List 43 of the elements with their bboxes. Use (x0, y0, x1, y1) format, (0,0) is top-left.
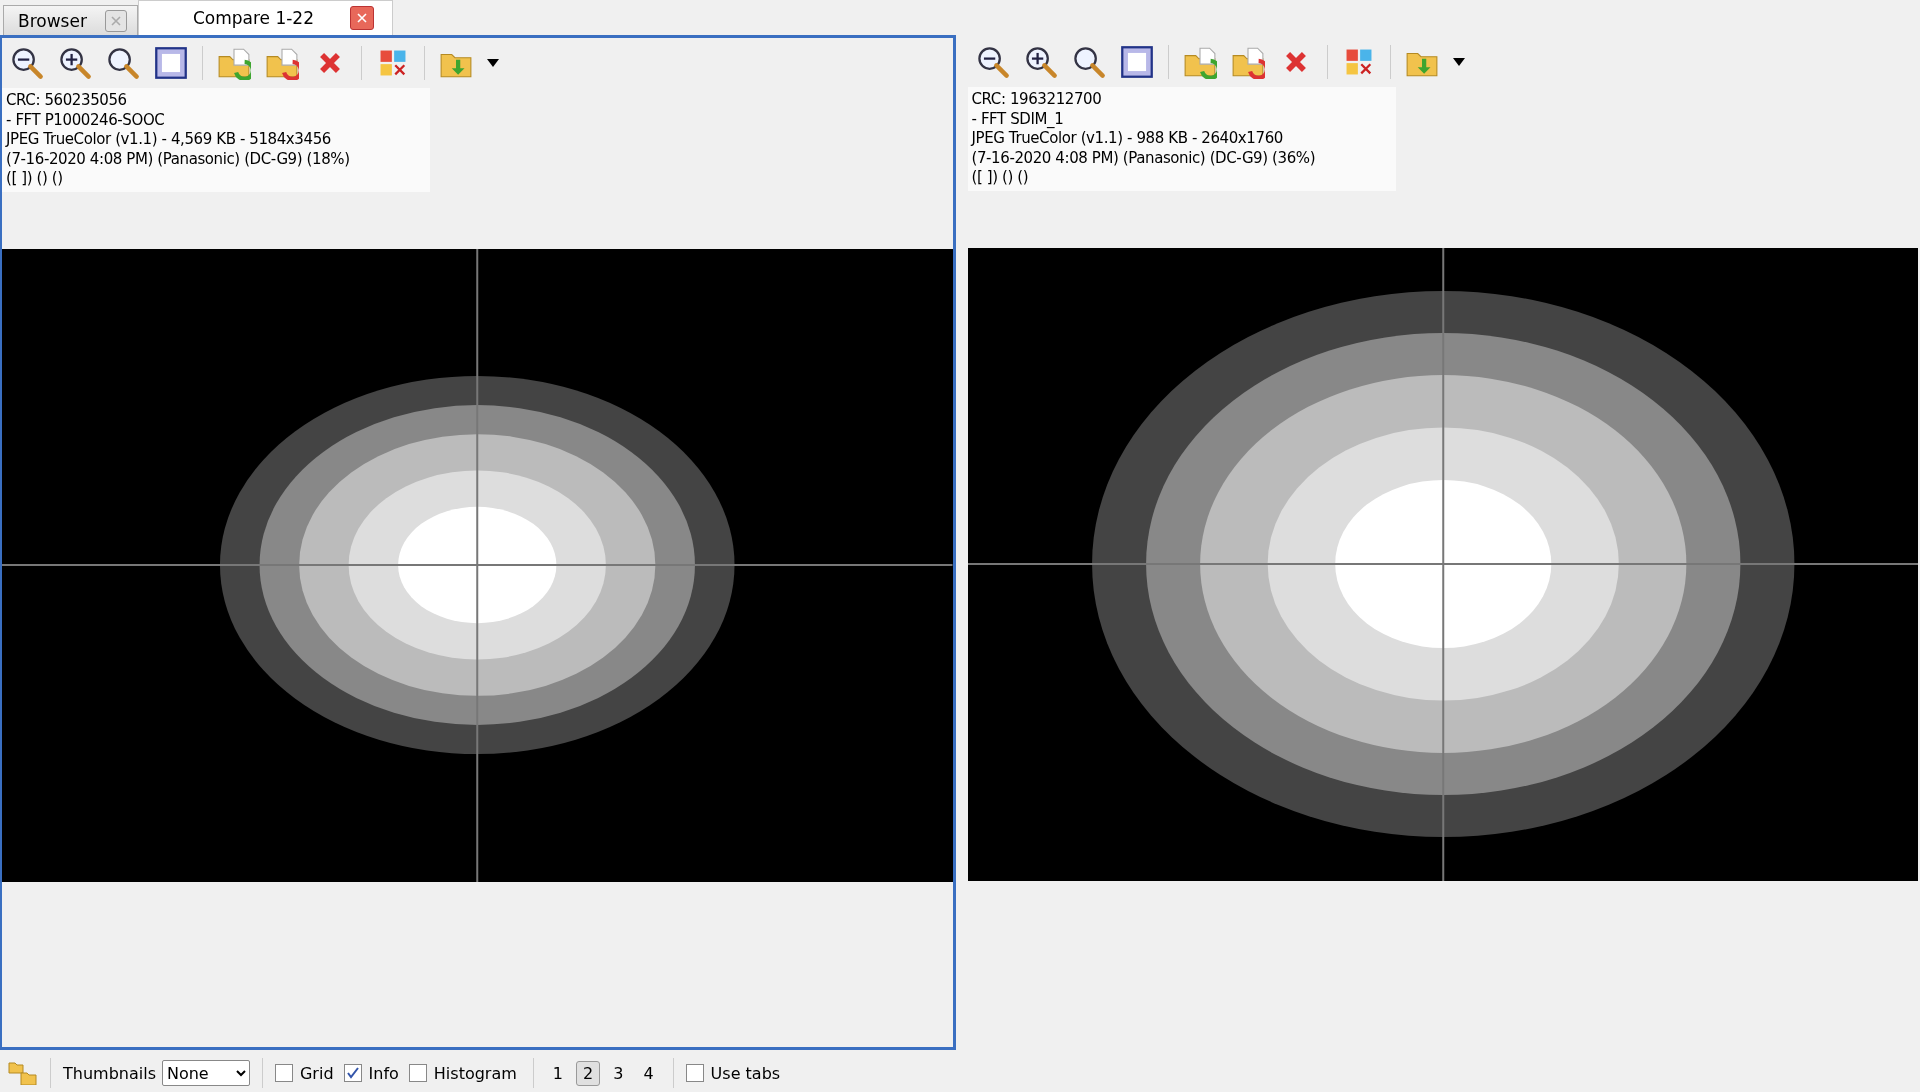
folder-arrow-icon[interactable] (1230, 45, 1265, 79)
info-line: JPEG TrueColor (v1.1) - 988 KB - 2640x1760 (971, 129, 1284, 149)
info-line: (7-16-2020 4:08 PM) (Panasonic) (DC-G9) (36%) (971, 148, 1317, 169)
page-button[interactable]: 1 (545, 1060, 570, 1086)
info-line: JPEG TrueColor (v1.1) - 4,569 KB - 5184x3456 (6, 130, 332, 150)
checkbox[interactable] (685, 1064, 704, 1082)
fit-frame-icon[interactable] (154, 46, 188, 80)
zoom-out-icon[interactable] (10, 46, 44, 80)
thumbnails-label: Thumbnails (63, 1063, 156, 1083)
search-icon[interactable] (1071, 45, 1106, 79)
checkbox[interactable] (274, 1064, 293, 1082)
caret-icon[interactable] (1452, 58, 1465, 66)
checkbox-label: Info (368, 1063, 399, 1083)
info-line: ([ ]) () () (971, 168, 1030, 188)
search-icon[interactable] (106, 46, 140, 80)
close-icon[interactable] (104, 9, 127, 32)
folder-arrow-icon[interactable] (1182, 45, 1217, 79)
zoom-in-icon[interactable] (58, 46, 92, 80)
checkbox-label: Histogram (433, 1063, 517, 1083)
close-icon[interactable] (350, 6, 374, 30)
info-line: - FFT SDIM_1 (971, 109, 1065, 130)
zoom-out-icon[interactable] (975, 45, 1010, 79)
page-button[interactable]: 3 (606, 1060, 631, 1086)
folder-arrow-icon[interactable] (265, 46, 299, 80)
checkbox[interactable] (343, 1064, 362, 1082)
checkbox-label: Grid (299, 1063, 334, 1083)
info-line: CRC: 1963212700 (971, 90, 1103, 110)
tab[interactable]: Browser (3, 5, 138, 35)
page-button[interactable]: 4 (636, 1060, 661, 1086)
page-button[interactable]: 2 (576, 1060, 601, 1086)
caret-icon[interactable] (487, 59, 499, 67)
checkbox[interactable] (408, 1064, 427, 1082)
info-line: - FFT P1000246-SOOC (6, 110, 166, 131)
zoom-in-icon[interactable] (1023, 45, 1058, 79)
info-line: (7-16-2020 4:08 PM) (Panasonic) (DC-G9) (18%) (6, 149, 351, 170)
tab[interactable]: Compare 1-22 (137, 0, 393, 35)
info-line: CRC: 560235056 (6, 91, 128, 111)
image-pane[interactable]: CRC: 560235056 - FFT P1000246-SOOC JPEG TrueColor (v1.1) - 4,569 KB - 5184x3456 (7-16-2020 4:08 PM) (Panasonic) (DC-G9) (18%) ([ ]) () () (0, 35, 956, 1050)
checkbox-label: Use tabs (710, 1063, 781, 1083)
thumbnails-dropdown[interactable]: None (161, 1060, 250, 1086)
info-line: ([ ]) () () (6, 169, 64, 189)
fit-frame-icon[interactable] (1119, 45, 1154, 79)
folder-arrow-icon[interactable] (217, 46, 251, 80)
